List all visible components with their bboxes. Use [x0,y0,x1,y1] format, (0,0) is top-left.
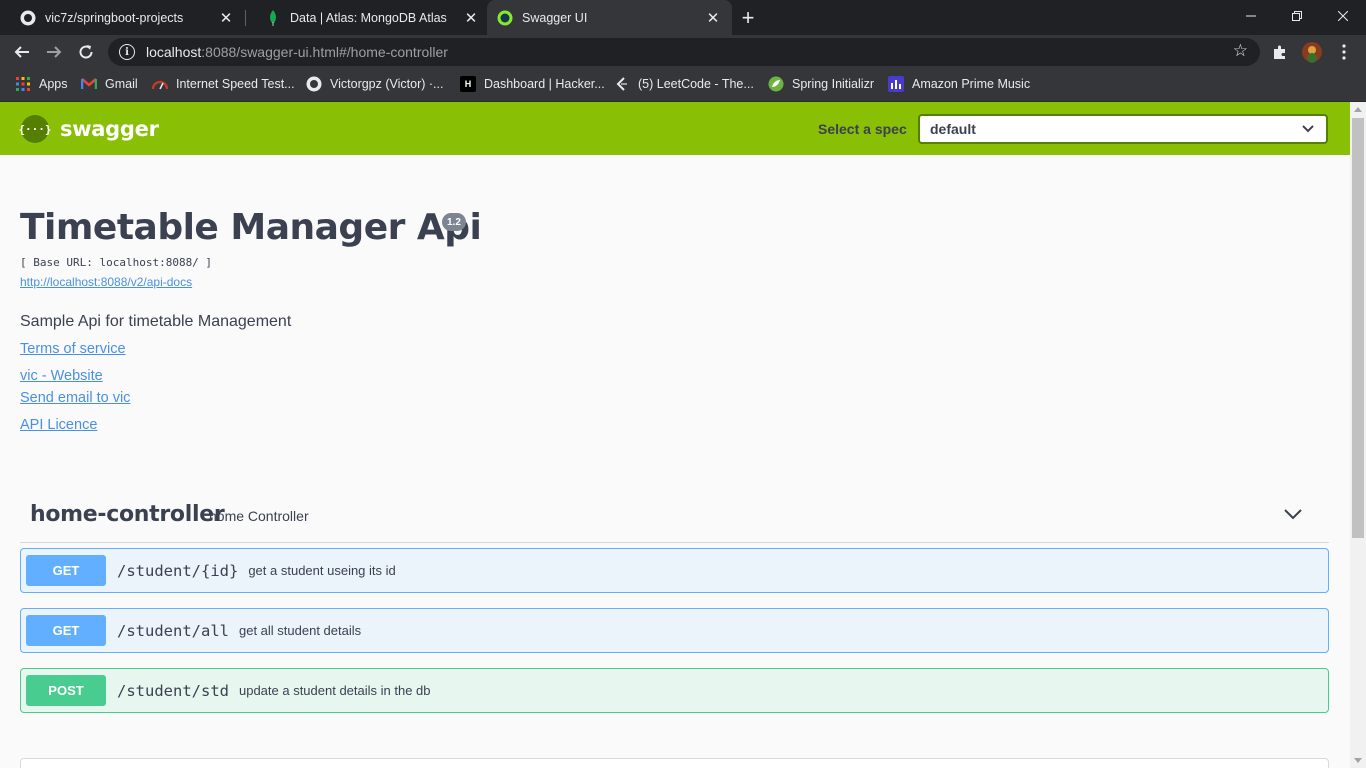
hackerrank-icon: H [460,76,476,92]
browser-tab-bar: vic7z/springboot-projects ✕ Data | Atlas… [0,0,1366,35]
bookmark-label: Dashboard | Hacker... [484,77,605,91]
gmail-icon [81,76,97,92]
speedometer-icon [152,76,168,92]
method-badge: GET [26,555,106,586]
operation-path: /student/std [117,681,229,700]
back-arrow-icon[interactable] [10,40,34,64]
github-icon [306,76,322,92]
url-host: localhost [146,44,202,60]
bookmark-label: (5) LeetCode - The... [638,77,754,91]
base-url: [ Base URL: localhost:8088/ ] [20,256,213,269]
tab-swagger-ui[interactable]: Swagger UI ✕ [487,0,732,35]
operation-path: /student/{id} [117,561,239,580]
version-badge: 1.2 [442,213,466,231]
operation-post-student[interactable]: POST /student/std update a student detai… [20,668,1329,713]
website-link[interactable]: vic - Website [20,368,103,384]
close-icon[interactable]: ✕ [216,8,236,28]
operation-get-student-by-id[interactable]: GET /student/{id} get a student useing i… [20,548,1329,593]
bookmark-gmail[interactable]: Gmail [81,69,138,99]
controller-description: home Controller [209,508,309,524]
bookmark-label: Apps [39,77,68,91]
new-tab-button[interactable]: + [736,5,760,30]
restore-icon[interactable] [1274,0,1320,32]
operation-summary: get all student details [238,623,362,638]
bookmark-label: Victorgpz (Victor) ·... [330,77,444,91]
bookmark-star-icon[interactable]: ☆ [1233,41,1248,61]
terms-of-service-link[interactable]: Terms of service [20,341,126,357]
bookmark-prime-music[interactable]: Amazon Prime Music [888,69,1030,99]
bookmark-label: Amazon Prime Music [912,77,1031,91]
scroll-up-arrow-icon[interactable] [1354,107,1362,112]
tab-title: Data | Atlas: MongoDB Atlas [290,10,447,25]
tab-title: Swagger UI [522,10,588,25]
scroll-thumb[interactable] [1352,118,1364,538]
site-info-icon[interactable]: i [119,44,135,60]
bookmark-hackerrank[interactable]: H Dashboard | Hacker... [460,69,605,99]
browser-toolbar: i localhost:8088/swagger-ui.html#/home-c… [0,35,1366,69]
spec-select[interactable]: default [918,114,1328,144]
operation-get-all-students[interactable]: GET /student/all get all student details [20,608,1329,653]
scroll-down-arrow-icon[interactable] [1354,758,1362,763]
profile-avatar[interactable] [1300,40,1324,64]
bookmark-github-profile[interactable]: Victorgpz (Victor) ·... [306,69,443,99]
close-window-icon[interactable] [1320,0,1366,32]
bookmark-spring-initializr[interactable]: Spring Initializr [768,69,874,99]
api-description: Sample Api for timetable Management [20,313,292,330]
close-icon[interactable]: ✕ [461,8,481,28]
page-scrollbar[interactable] [1350,102,1366,768]
swagger-topbar: {···} swagger Select a spec default [0,102,1350,155]
api-docs-link[interactable]: http://localhost:8088/v2/api-docs [20,275,192,289]
swagger-logo-icon: {···} [18,115,52,143]
reload-icon[interactable] [74,40,98,64]
spring-icon [768,76,784,92]
licence-link[interactable]: API Licence [20,417,97,433]
bookmark-leetcode[interactable]: (5) LeetCode - The... [614,69,754,99]
operation-summary: update a student details in the db [238,683,431,698]
menu-kebab-icon[interactable] [1332,40,1356,64]
swagger-logo[interactable]: {···} swagger [18,115,159,143]
bookmark-label: Internet Speed Test... [176,77,295,91]
url-path: :8088/swagger-ui.html#/home-controller [201,44,448,60]
email-link[interactable]: Send email to vic [20,390,130,406]
spec-label: Select a spec [818,121,907,137]
apps-grid-icon [15,76,31,92]
operation-path: /student/all [117,621,229,640]
tab-title: vic7z/springboot-projects [45,10,184,25]
mongodb-leaf-icon [265,9,281,26]
address-bar[interactable]: i localhost:8088/swagger-ui.html#/home-c… [108,38,1260,66]
chevron-down-icon[interactable] [1283,504,1303,524]
prime-music-icon [888,76,904,92]
method-badge: POST [26,675,106,706]
bookmark-label: Spring Initializr [792,77,874,91]
controller-header[interactable]: home-controller home Controller [20,494,1329,543]
logo-text: swagger [60,117,159,141]
method-badge: GET [26,615,106,646]
bookmarks-bar: Apps Gmail Internet Speed Test... Victor… [0,69,1366,102]
minimize-icon[interactable] [1228,0,1274,32]
bookmark-label: Gmail [105,77,138,91]
tab-github[interactable]: vic7z/springboot-projects ✕ [0,0,245,35]
tab-mongodb[interactable]: Data | Atlas: MongoDB Atlas ✕ [245,0,490,35]
operation-summary: get a student useing its id [248,563,396,578]
forward-arrow-icon[interactable] [42,40,66,64]
extensions-puzzle-icon[interactable] [1268,40,1292,64]
leetcode-icon [614,76,630,92]
bookmark-speed-test[interactable]: Internet Speed Test... [152,69,295,99]
github-icon [20,10,36,26]
swagger-page: {···} swagger Select a spec default Time… [0,102,1350,768]
chevron-down-icon [1302,122,1314,136]
api-title: Timetable Manager Api [20,207,482,248]
models-section[interactable] [20,758,1329,768]
controller-name: home-controller [30,502,225,527]
bookmark-apps[interactable]: Apps [15,69,68,99]
close-icon[interactable]: ✕ [703,8,723,28]
spec-select-value: default [930,121,976,137]
swagger-icon [497,10,513,26]
